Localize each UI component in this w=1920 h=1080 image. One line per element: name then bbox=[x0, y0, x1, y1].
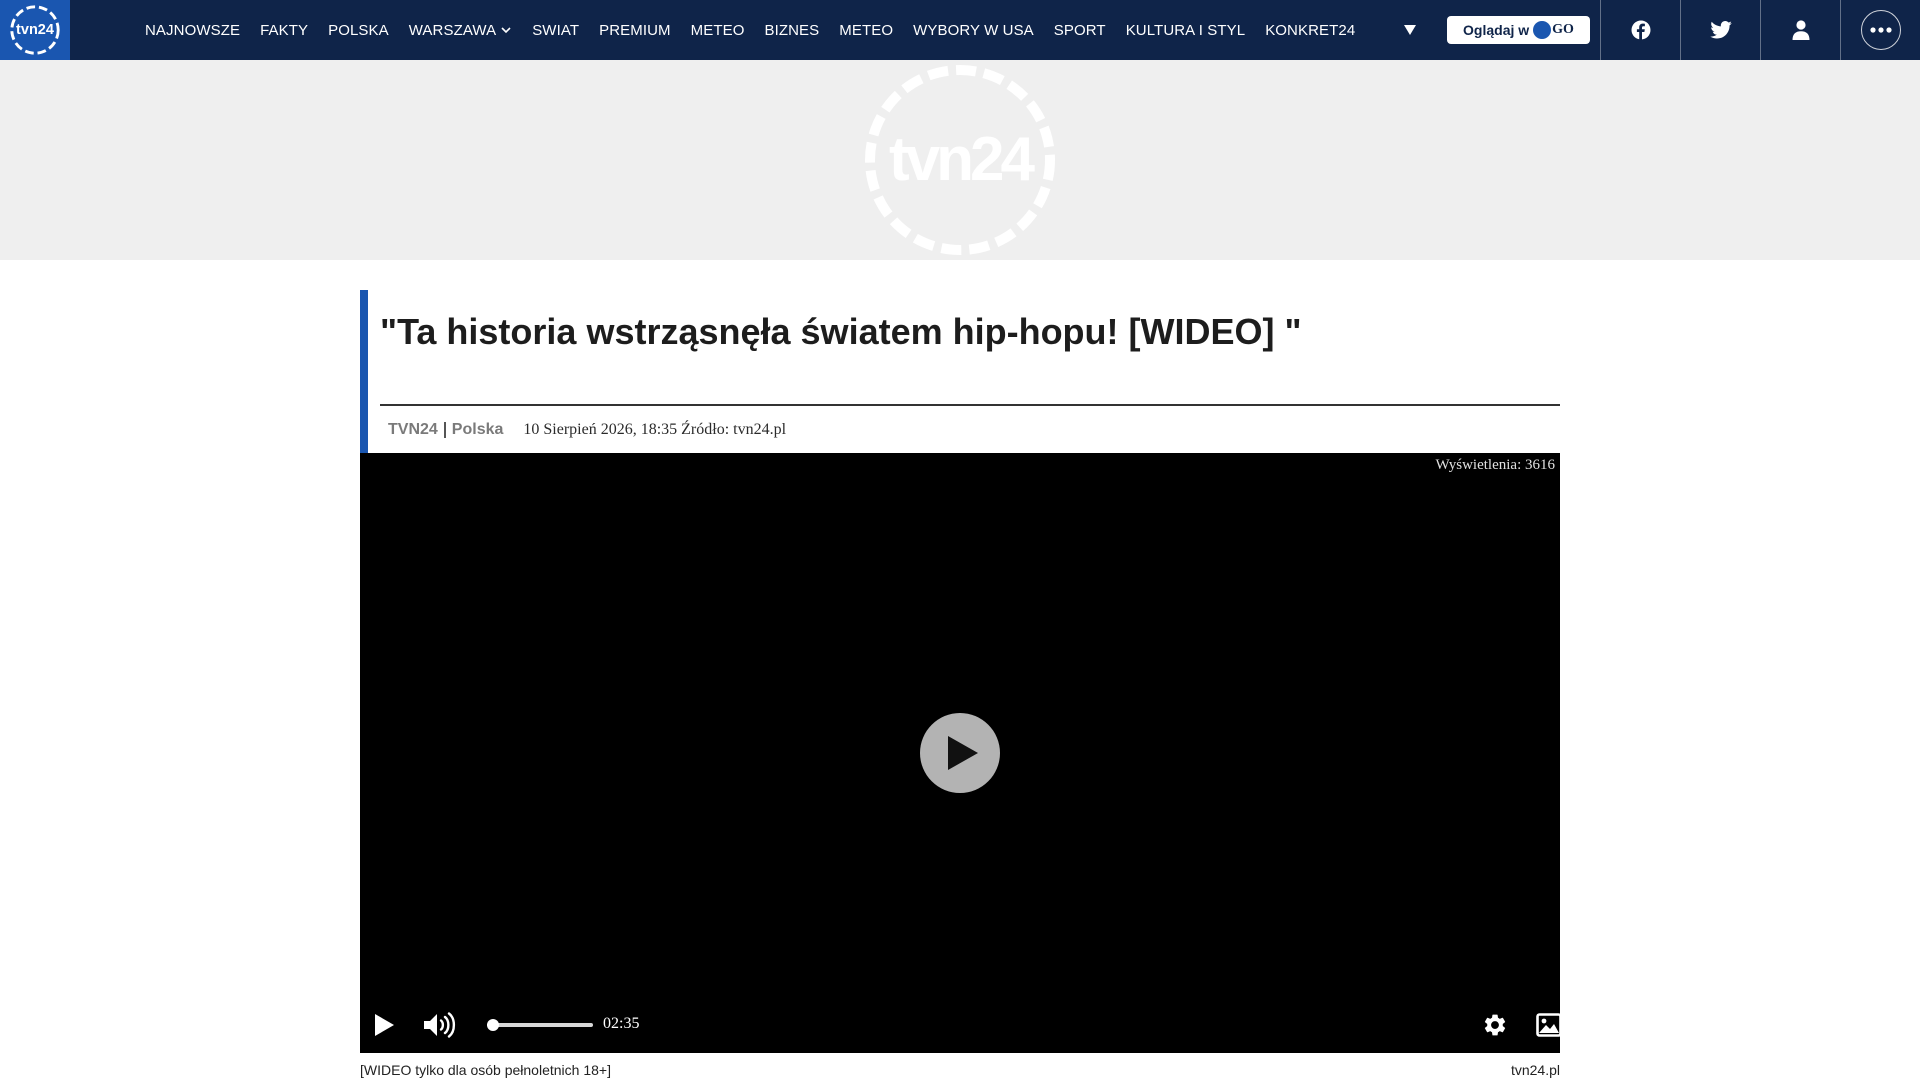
tvn24-logo-icon: tvn24 bbox=[10, 5, 60, 55]
user-account-button[interactable] bbox=[1760, 0, 1840, 60]
nav-link-label: METEO bbox=[690, 21, 745, 39]
settings-button[interactable] bbox=[1480, 1009, 1510, 1041]
nav-more-toggle[interactable] bbox=[1398, 18, 1422, 42]
nav-link-wybory-w-usa[interactable]: WYBORY W USA bbox=[903, 0, 1044, 60]
twitter-icon bbox=[1709, 21, 1732, 39]
section-tag[interactable]: Polska bbox=[452, 421, 504, 439]
nav-link-label: SWIAT bbox=[532, 21, 580, 39]
nav-link-label: BIZNES bbox=[764, 21, 820, 39]
nav-link-polska[interactable]: POLSKA bbox=[318, 0, 399, 60]
nav-link-najnowsze[interactable]: NAJNOWSZE bbox=[135, 0, 250, 60]
user-icon bbox=[1792, 20, 1809, 40]
nav-link-label: WARSZAWA bbox=[408, 21, 497, 39]
header-banner: tvn24 bbox=[0, 60, 1920, 260]
nav-link-swiat[interactable]: SWIAT bbox=[522, 0, 589, 60]
svg-text:tvn24: tvn24 bbox=[889, 125, 1035, 194]
nav-links: NAJNOWSZE FAKTY POLSKA WARSZAWA SWIAT PR… bbox=[135, 0, 1365, 60]
nav-link-sport[interactable]: SPORT bbox=[1044, 0, 1116, 60]
facebook-icon bbox=[1631, 20, 1650, 40]
nav-link-label: KONKRET24 bbox=[1265, 21, 1356, 39]
nav-link-meteo[interactable]: METEO bbox=[681, 0, 755, 60]
triangle-down-icon bbox=[1404, 25, 1416, 35]
go-logo-icon bbox=[1533, 21, 1552, 39]
video-duration: 02:35 bbox=[603, 1015, 640, 1032]
nav-link-biznes[interactable]: BIZNES bbox=[754, 0, 829, 60]
nav-link-label: METEO bbox=[839, 21, 894, 39]
nav-link-label: NAJNOWSZE bbox=[145, 21, 241, 39]
settings-icon bbox=[1484, 1014, 1506, 1036]
picture-button[interactable] bbox=[1534, 1009, 1564, 1041]
more-menu-button[interactable] bbox=[1840, 0, 1920, 60]
nav-link-fakty[interactable]: FAKTY bbox=[250, 0, 318, 60]
video-source: tvn24.pl bbox=[1510, 1062, 1560, 1078]
play-icon bbox=[948, 736, 978, 770]
nav-link-label: POLSKA bbox=[328, 21, 389, 39]
watch-go-label: Oglądaj w bbox=[1463, 22, 1530, 38]
tvn24-go-badge: GO bbox=[1533, 21, 1574, 39]
nav-link-meteo-2[interactable]: METEO bbox=[829, 0, 903, 60]
nav-link-label: FAKTY bbox=[260, 21, 309, 39]
view-count: Wyświetlenia: 3616 bbox=[1435, 457, 1556, 473]
nav-link-label: SPORT bbox=[1053, 21, 1106, 39]
tvn24-watermark-logo: tvn24 bbox=[865, 65, 1055, 255]
progress-handle[interactable] bbox=[487, 1019, 499, 1031]
twitter-button[interactable] bbox=[1680, 0, 1760, 60]
go-suffix: GO bbox=[1552, 22, 1574, 37]
image-icon bbox=[1536, 1013, 1562, 1037]
big-play-button[interactable] bbox=[920, 713, 1000, 793]
video-caption: [WIDEO tylko dla osób pełnoletnich 18+] bbox=[360, 1062, 611, 1078]
nav-link-label: PREMIUM bbox=[599, 21, 671, 39]
tvn24-logo[interactable]: tvn24 bbox=[0, 0, 70, 60]
volume-icon bbox=[424, 1012, 456, 1038]
publish-date-source: 10 Sierpień 2026, 18:35 Źródło: tvn24.pl bbox=[523, 421, 787, 438]
nav-link-konkret24[interactable]: KONKRET24 bbox=[1255, 0, 1365, 60]
top-navigation: tvn24 NAJNOWSZE FAKTY POLSKA WARSZAWA SW… bbox=[0, 0, 1920, 60]
play-button[interactable] bbox=[372, 1009, 396, 1041]
player-controls: 02:35 bbox=[360, 997, 1562, 1053]
nav-link-warszawa[interactable]: WARSZAWA bbox=[399, 0, 522, 60]
brand-tag[interactable]: TVN24 bbox=[388, 421, 438, 439]
article-meta: TVN24 Polska 10 Sierpień 2026, 18:35 Źró… bbox=[388, 420, 786, 440]
nav-link-label: KULTURA I STYL bbox=[1125, 21, 1246, 39]
more-icon bbox=[1860, 10, 1901, 50]
play-icon bbox=[375, 1014, 394, 1036]
video-player[interactable]: Wyświetlenia: 3616 02:35 bbox=[360, 453, 1562, 1053]
title-divider bbox=[380, 404, 1560, 406]
video-progress-bar[interactable] bbox=[487, 1019, 593, 1031]
volume-button[interactable] bbox=[422, 1009, 458, 1041]
nav-link-label: WYBORY W USA bbox=[913, 21, 1034, 39]
meta-separator bbox=[443, 422, 446, 438]
article-title: "Ta historia wstrząsnęła światem hip-hop… bbox=[380, 311, 1302, 352]
nav-link-premium[interactable]: PREMIUM bbox=[589, 0, 681, 60]
nav-link-kultura-i-styl[interactable]: KULTURA I STYL bbox=[1116, 0, 1256, 60]
watch-go-button[interactable]: Oglądaj w GO bbox=[1447, 16, 1590, 44]
svg-text:tvn24: tvn24 bbox=[16, 22, 54, 38]
facebook-button[interactable] bbox=[1600, 0, 1680, 60]
article-header: "Ta historia wstrząsnęła światem hip-hop… bbox=[360, 290, 1560, 453]
chevron-down-icon bbox=[501, 27, 511, 34]
